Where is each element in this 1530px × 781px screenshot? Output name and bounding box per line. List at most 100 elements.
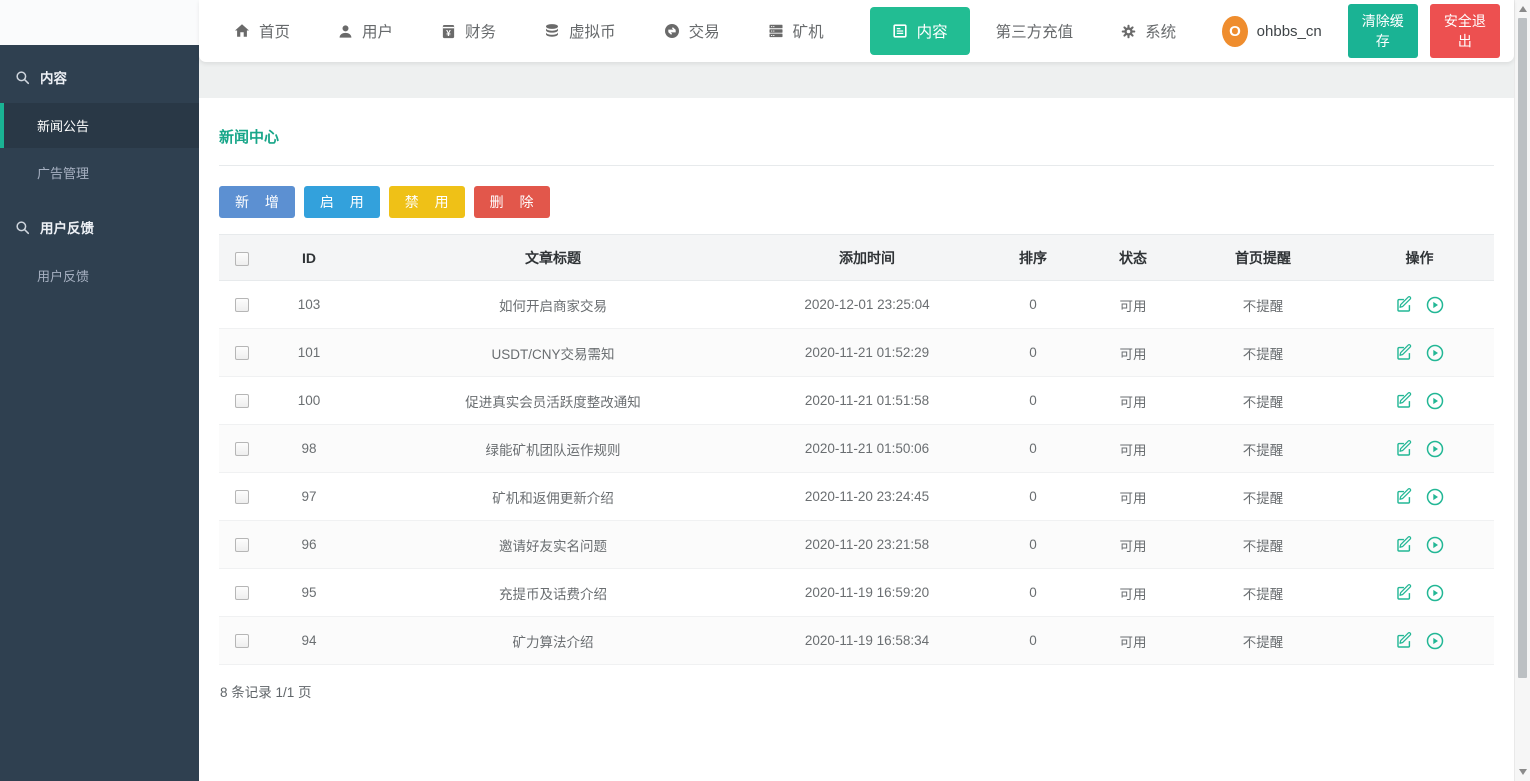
row-checkbox[interactable] [235,586,249,600]
cell-sort: 0 [981,617,1085,665]
nav-item-home[interactable]: 首页 [232,12,292,50]
nav-item-label: 矿机 [793,20,824,42]
cell-title: 充提币及话费介绍 [353,569,753,617]
add-button[interactable]: 新 增 [219,186,295,218]
cell-remind: 不提醒 [1181,617,1345,665]
cell-remind: 不提醒 [1181,329,1345,377]
play-icon[interactable] [1426,296,1444,314]
edit-icon[interactable] [1396,392,1413,409]
admin-app: 内容 新闻公告广告管理 用户反馈 用户反馈 首页 用户 ¥ 财务 虚拟币 交易 … [0,0,1530,781]
table-row: 103 如何开启商家交易 2020-12-01 23:25:04 0 可用 不提… [219,281,1494,329]
cell-remind: 不提醒 [1181,377,1345,425]
select-all-checkbox[interactable] [235,252,249,266]
edit-icon[interactable] [1396,536,1413,553]
logout-button[interactable]: 安全退出 [1430,4,1500,58]
sidebar-section-header[interactable]: 用户反馈 [0,203,199,251]
table-row: 94 矿力算法介绍 2020-11-19 16:58:34 0 可用 不提醒 [219,617,1494,665]
table-header-row: ID文章标题添加时间排序状态首页提醒操作 [219,235,1494,281]
nav-item-finance[interactable]: ¥ 财务 [439,12,498,50]
nav-item-trade[interactable]: 交易 [662,12,722,50]
vertical-scrollbar [1514,0,1530,781]
nav-item-label: 第三方充值 [996,20,1074,42]
edit-icon[interactable] [1396,488,1413,505]
table-row: 98 绿能矿机团队运作规则 2020-11-21 01:50:06 0 可用 不… [219,425,1494,473]
table-row: 95 充提币及话费介绍 2020-11-19 16:59:20 0 可用 不提醒 [219,569,1494,617]
sidebar-top-spacer [0,0,199,45]
nav-item-recharge[interactable]: 第三方充值 [994,12,1076,50]
nav-item-system[interactable]: 系统 [1119,12,1178,50]
scroll-down-arrow[interactable] [1519,769,1527,775]
cell-time: 2020-11-19 16:59:20 [753,569,981,617]
play-icon[interactable] [1426,536,1444,554]
row-checkbox[interactable] [235,394,249,408]
cell-time: 2020-11-20 23:24:45 [753,473,981,521]
disable-button[interactable]: 禁 用 [389,186,465,218]
sidebar-item[interactable]: 用户反馈 [0,253,199,298]
delete-button[interactable]: 删 除 [474,186,550,218]
cell-sort: 0 [981,425,1085,473]
nav-item-vcoin[interactable]: 虚拟币 [542,12,618,50]
username[interactable]: ohbbs_cn [1257,23,1322,40]
play-icon[interactable] [1426,392,1444,410]
nav-item-label: 交易 [689,20,720,42]
cell-id: 101 [265,329,353,377]
edit-icon[interactable] [1396,584,1413,601]
play-icon[interactable] [1426,632,1444,650]
cell-sort: 0 [981,473,1085,521]
scroll-up-arrow[interactable] [1519,6,1527,12]
column-header: 添加时间 [753,235,981,281]
news-table: ID文章标题添加时间排序状态首页提醒操作 103 如何开启商家交易 2020-1… [219,234,1494,665]
select-all-header [219,235,265,281]
nav-item-users[interactable]: 用户 [336,12,395,50]
content-gap [199,62,1514,98]
edit-icon[interactable] [1396,440,1413,457]
play-icon[interactable] [1426,344,1444,362]
clear-cache-button[interactable]: 清除缓存 [1348,4,1418,58]
finance-icon: ¥ [441,24,456,39]
row-checkbox[interactable] [235,490,249,504]
play-icon[interactable] [1426,488,1444,506]
server-icon [768,23,784,39]
coins-icon [544,23,560,39]
cell-title: 如何开启商家交易 [353,281,753,329]
row-checkbox[interactable] [235,634,249,648]
cell-title: 矿力算法介绍 [353,617,753,665]
nav-item-label: 系统 [1145,20,1176,42]
nav-item-content[interactable]: 内容 [870,7,970,55]
row-checkbox[interactable] [235,538,249,552]
cell-id: 96 [265,521,353,569]
edit-icon[interactable] [1396,296,1413,313]
row-checkbox[interactable] [235,442,249,456]
row-checkbox[interactable] [235,298,249,312]
row-actions [1345,488,1494,506]
sidebar-section-header[interactable]: 内容 [0,53,199,101]
row-checkbox[interactable] [235,346,249,360]
avatar[interactable]: O [1222,16,1248,47]
search-icon [15,220,30,235]
play-icon[interactable] [1426,440,1444,458]
cell-status: 可用 [1085,425,1181,473]
home-icon [234,23,250,39]
row-actions [1345,584,1494,602]
nav-user-area: O ohbbs_cn 清除缓存 安全退出 [1222,4,1500,58]
nav-item-miner[interactable]: 矿机 [766,12,826,50]
cell-status: 可用 [1085,617,1181,665]
edit-icon[interactable] [1396,632,1413,649]
play-icon[interactable] [1426,584,1444,602]
cell-id: 100 [265,377,353,425]
record-count: 8 条记录 1/1 页 [219,665,1494,701]
toolbar: 新 增启 用禁 用删 除 [219,186,1494,218]
cell-remind: 不提醒 [1181,521,1345,569]
sidebar: 内容 新闻公告广告管理 用户反馈 用户反馈 [0,0,199,781]
cell-id: 94 [265,617,353,665]
cell-title: 绿能矿机团队运作规则 [353,425,753,473]
cell-time: 2020-11-21 01:51:58 [753,377,981,425]
title-divider [219,165,1494,166]
cell-sort: 0 [981,569,1085,617]
enable-button[interactable]: 启 用 [304,186,380,218]
sidebar-item[interactable]: 新闻公告 [0,103,199,148]
sidebar-item[interactable]: 广告管理 [0,150,199,195]
scrollbar-thumb[interactable] [1518,18,1527,678]
table-row: 100 促进真实会员活跃度整改通知 2020-11-21 01:51:58 0 … [219,377,1494,425]
edit-icon[interactable] [1396,344,1413,361]
